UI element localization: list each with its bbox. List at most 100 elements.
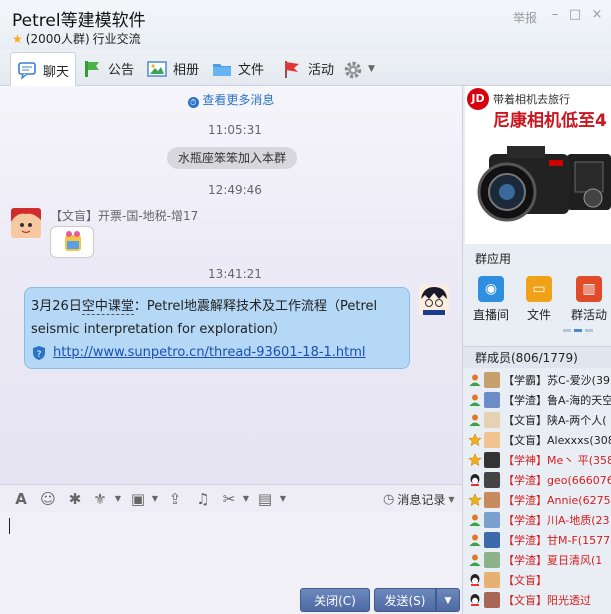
chat-messages[interactable]: ⏱ 查看更多消息 11:05:31 水瓶座笨笨加入本群 12:49:46 【文盲… — [0, 86, 462, 484]
app-pager[interactable] — [563, 329, 593, 332]
app-files[interactable]: ▭ 文件 — [517, 276, 561, 323]
member-name: 【学霸】苏C-爱沙(39 — [503, 374, 610, 387]
group-title: Petrel等建模软件 — [12, 11, 146, 31]
tab-activity[interactable]: 活动 — [276, 52, 340, 85]
minimize-icon[interactable]: – — [548, 8, 562, 22]
chat-icon — [17, 60, 37, 80]
flag-icon — [282, 59, 302, 79]
user-icon — [468, 553, 482, 567]
send-button[interactable]: 发送(S) — [374, 588, 436, 612]
avatar — [484, 512, 500, 528]
group-info: ★ (2000人群) 行业交流 — [12, 30, 141, 47]
member-row[interactable]: 【文盲】Alexxxs(308 — [463, 430, 611, 450]
star-icon: ★ — [12, 31, 23, 46]
jd-logo: JD — [467, 88, 489, 110]
chevron-down-icon[interactable]: ▼ — [146, 490, 164, 508]
music-icon[interactable]: ♫ — [194, 490, 212, 508]
settings-menu[interactable]: ▼ — [336, 52, 381, 85]
gear-icon — [342, 59, 362, 79]
member-row[interactable]: 【学渣】Annie(62753 — [463, 490, 611, 510]
report-link[interactable]: 举报 — [513, 9, 537, 26]
star-icon — [468, 493, 482, 507]
user-icon — [468, 513, 482, 527]
chevron-down-icon[interactable]: ▼ — [237, 490, 255, 508]
sticker-message[interactable] — [50, 226, 94, 258]
member-name: 【学渣】geo(666076 — [503, 474, 611, 487]
member-row[interactable]: 【学渣】川A-地质(23 — [463, 510, 611, 530]
tab-announcement[interactable]: 公告 — [76, 52, 140, 85]
member-name: 【学渣】鲁A-海的天空 — [503, 394, 611, 407]
avatar[interactable] — [419, 285, 449, 315]
member-row[interactable]: 【学渣】geo(666076 — [463, 470, 611, 490]
qq-icon — [468, 573, 482, 587]
view-more-messages[interactable]: ⏱ 查看更多消息 — [0, 91, 462, 108]
group-category[interactable]: 行业交流 — [93, 30, 141, 47]
svg-text:?: ? — [37, 350, 42, 360]
font-icon[interactable]: A — [12, 490, 30, 508]
qq-icon — [468, 593, 482, 607]
member-count: (2000人群) — [25, 32, 90, 46]
advertisement[interactable]: JD 带着相机去旅行 尼康相机低至4 — [465, 86, 611, 244]
message-input[interactable]: 关闭(C) 发送(S) ▼ — [0, 512, 462, 614]
camera-image — [477, 146, 611, 222]
member-row[interactable]: 【文盲】陕A-两个人( — [463, 410, 611, 430]
member-row[interactable]: 【学渣】甘M-F(15773 — [463, 530, 611, 550]
member-name: 【学渣】Annie(62753 — [503, 494, 611, 507]
screenshot-icon[interactable]: ▤ — [256, 490, 274, 508]
member-name: 【文盲】Alexxxs(308 — [503, 434, 611, 447]
member-row[interactable]: 【学渣】鲁A-海的天空 — [463, 390, 611, 410]
message-history-button[interactable]: ◷ 消息记录 ▼ — [383, 491, 455, 508]
star-icon — [468, 433, 482, 447]
sender-name[interactable]: 【文盲】开票-国-地税-增17 — [50, 207, 198, 224]
clock-icon: ◷ — [383, 492, 395, 507]
sticker-icon — [65, 231, 81, 251]
gift-icon[interactable]: ⚜ — [91, 490, 109, 508]
message-link[interactable]: http://www.sunpetro.cn/thread-93601-18-1… — [53, 341, 366, 364]
member-row[interactable]: 【文盲】 — [463, 570, 611, 590]
tab-bar: 聊天 公告 相册 文件 活动 ▼ — [0, 50, 611, 87]
tab-files[interactable]: 文件 — [206, 52, 270, 85]
user-icon — [468, 533, 482, 547]
chevron-down-icon[interactable]: ▼ — [274, 490, 292, 508]
member-name: 【学渣】甘M-F(15773 — [503, 534, 611, 547]
apps-title: 群应用 — [475, 252, 512, 266]
member-row[interactable]: 【文盲】阳光透过 — [463, 590, 611, 610]
app-live[interactable]: ◉ 直播间 — [469, 276, 513, 323]
avatar — [484, 372, 500, 388]
member-row[interactable]: 【学渣】夏日清风(1 — [463, 550, 611, 570]
magic-wand-icon[interactable]: ✱ — [66, 490, 84, 508]
input-toolbar: A ☺ ✱ ⚜ ▼ ▣ ▼ ⇪ ♫ ✂ ▼ ▤ ▼ ◷ 消息记录 ▼ — [0, 484, 462, 512]
text-caret — [9, 518, 10, 534]
tab-album[interactable]: 相册 — [141, 52, 205, 85]
member-row[interactable]: 【学霸】苏C-爱沙(39 — [463, 370, 611, 390]
scissors-icon[interactable]: ✂ — [220, 490, 238, 508]
avatar — [484, 452, 500, 468]
member-name: 【文盲】阳光透过 — [503, 594, 591, 607]
system-notice: 水瓶座笨笨加入本群 — [167, 147, 297, 169]
send-options-button[interactable]: ▼ — [436, 588, 460, 612]
app-activity[interactable]: ▥ 群活动 — [567, 276, 611, 323]
tab-chat[interactable]: 聊天 — [10, 52, 77, 87]
chevron-down-icon: ▼ — [368, 63, 375, 74]
close-icon[interactable]: × — [590, 8, 604, 22]
member-name: 【学渣】川A-地质(23 — [503, 514, 610, 527]
avatar — [484, 552, 500, 568]
user-icon — [468, 373, 482, 387]
chevron-down-icon: ▼ — [444, 596, 452, 606]
avatar — [484, 432, 500, 448]
avatar[interactable] — [11, 208, 41, 238]
upload-icon[interactable]: ⇪ — [166, 490, 184, 508]
close-button[interactable]: 关闭(C) — [300, 588, 370, 612]
image-icon[interactable]: ▣ — [129, 490, 147, 508]
maximize-icon[interactable]: □ — [568, 8, 582, 22]
member-name: 【文盲】陕A-两个人( — [503, 414, 607, 427]
activity-icon: ▥ — [576, 276, 602, 302]
emoji-icon[interactable]: ☺ — [39, 490, 57, 508]
chevron-down-icon[interactable]: ▼ — [109, 490, 127, 508]
avatar — [484, 532, 500, 548]
tab-label: 公告 — [108, 63, 135, 78]
live-icon: ◉ — [478, 276, 504, 302]
message-bubble[interactable]: 3月26日空中课堂：Petrel地震解释技术及工作流程（Petrel seism… — [24, 287, 410, 369]
member-row[interactable]: 【学神】Me丶 平(358 — [463, 450, 611, 470]
members-title: 群成员(806/1779) — [463, 346, 611, 368]
